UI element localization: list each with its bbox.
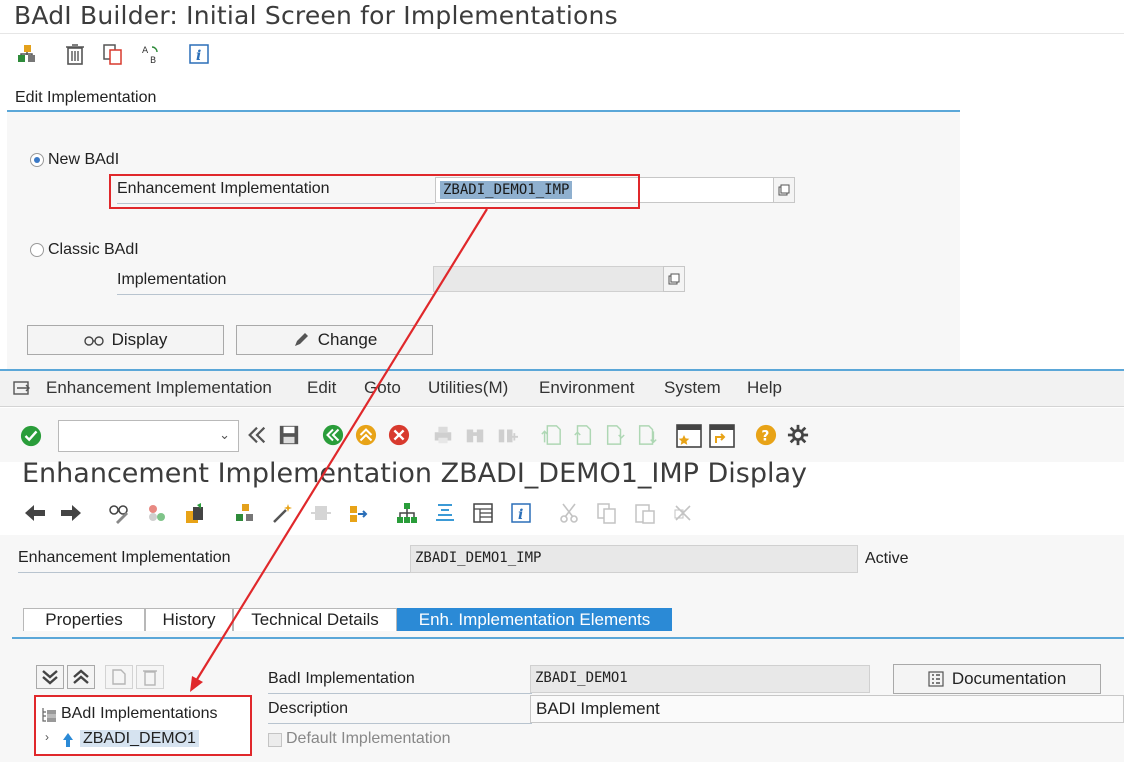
tab-technical-details[interactable]: Technical Details — [233, 608, 397, 631]
display-button[interactable]: Display — [27, 325, 224, 355]
menu-system[interactable]: System — [664, 378, 721, 398]
tree-structure-icon[interactable] — [396, 502, 418, 524]
highlight-box-enh-impl — [109, 174, 640, 209]
hierarchy-icon[interactable] — [234, 502, 256, 524]
implementation-label: Implementation — [117, 271, 435, 295]
tab-enh-implementation-elements[interactable]: Enh. Implementation Elements — [397, 608, 672, 631]
screen-title: Enhancement Implementation ZBADI_DEMO1_I… — [22, 458, 808, 489]
documentation-button-label: Documentation — [951, 669, 1067, 688]
next-page-icon[interactable] — [604, 424, 626, 446]
align-icon[interactable] — [434, 502, 456, 524]
document-icon — [112, 669, 126, 685]
menu-environment[interactable]: Environment — [539, 378, 634, 398]
arrow-left-icon[interactable] — [24, 502, 46, 524]
trash-icon[interactable] — [64, 43, 86, 65]
top-toolbar — [0, 33, 1124, 75]
cancel-icon[interactable] — [388, 424, 410, 446]
collapse-all-button[interactable] — [67, 665, 95, 689]
new-badi-radio[interactable] — [30, 153, 44, 167]
cut-icon[interactable] — [558, 502, 580, 524]
status-text: Active — [865, 550, 909, 567]
new-badi-label: New BAdI — [48, 151, 120, 168]
system-menu-icon[interactable] — [12, 378, 32, 398]
display-change-icon[interactable] — [108, 502, 130, 524]
undo-icon[interactable] — [672, 502, 694, 524]
badi-impl-label: BadI Implementation — [268, 670, 532, 694]
default-impl-label: Default Implementation — [286, 730, 451, 747]
enh-impl-header-field: ZBADI_DEMO1_IMP — [410, 545, 858, 573]
previous-page-icon[interactable] — [572, 424, 594, 446]
new-session-icon[interactable] — [676, 423, 702, 449]
info-icon[interactable]: i — [188, 43, 210, 65]
implementation-input[interactable] — [433, 266, 664, 292]
change-button[interactable]: Change — [236, 325, 433, 355]
activate-icon[interactable] — [146, 502, 168, 524]
arrow-right-icon[interactable] — [60, 502, 82, 524]
expand-all-button[interactable] — [36, 665, 64, 689]
create-button[interactable] — [105, 665, 133, 689]
documentation-button[interactable]: Documentation — [893, 664, 1101, 694]
info-icon[interactable]: i — [510, 502, 532, 524]
enh-impl-header-label: Enhancement Implementation — [18, 549, 412, 573]
hierarchy-icon[interactable] — [16, 43, 38, 65]
highlight-box-tree — [34, 695, 252, 756]
last-page-icon[interactable] — [636, 424, 658, 446]
document-grid-icon — [928, 671, 944, 687]
glasses-icon — [83, 336, 104, 346]
chevrons-up-icon — [73, 669, 89, 684]
back-icon[interactable] — [322, 424, 344, 446]
svg-text:i: i — [196, 48, 201, 64]
tab-history[interactable]: History — [145, 608, 233, 631]
save-icon[interactable] — [278, 424, 300, 446]
find-icon[interactable] — [464, 424, 486, 446]
menu-utilities[interactable]: Utilities(M) — [428, 378, 508, 398]
delete-button[interactable] — [136, 665, 164, 689]
copy-icon[interactable] — [102, 43, 124, 65]
trash-icon — [143, 670, 157, 686]
menu-help[interactable]: Help — [747, 378, 782, 398]
shortcut-icon[interactable] — [709, 423, 735, 449]
rewind-icon[interactable] — [246, 424, 268, 446]
chevrons-down-icon — [42, 670, 58, 685]
display-button-label: Display — [111, 330, 168, 349]
badi-impl-field: ZBADI_DEMO1 — [530, 665, 870, 693]
tab-properties[interactable]: Properties — [23, 608, 145, 631]
other-object-icon[interactable] — [184, 502, 206, 524]
help-icon[interactable]: ? — [755, 424, 777, 446]
pencil-icon — [294, 333, 308, 346]
enter-icon[interactable] — [20, 425, 42, 447]
value-help-icon[interactable] — [663, 266, 685, 292]
rename-icon[interactable]: AB — [140, 43, 162, 65]
panel-title: Edit Implementation — [15, 89, 157, 106]
copy-icon[interactable] — [596, 502, 618, 524]
svg-text:B: B — [150, 56, 156, 65]
window-title: BAdI Builder: Initial Screen for Impleme… — [14, 1, 618, 30]
chevron-down-icon[interactable]: ⌄ — [219, 427, 230, 443]
change-button-label: Change — [317, 330, 378, 349]
find-next-icon[interactable] — [496, 424, 518, 446]
svg-text:A: A — [142, 46, 149, 56]
svg-text:?: ? — [761, 429, 769, 445]
value-help-icon[interactable] — [773, 177, 795, 203]
description-field[interactable]: BADI Implement — [530, 695, 1124, 723]
menu-goto[interactable]: Goto — [364, 378, 401, 398]
first-page-icon[interactable] — [540, 424, 562, 446]
print-icon[interactable] — [432, 424, 454, 446]
paste-icon[interactable] — [634, 502, 656, 524]
table-icon[interactable] — [472, 502, 494, 524]
exit-icon[interactable] — [355, 424, 377, 446]
wizard-icon[interactable] — [272, 502, 294, 524]
default-impl-checkbox[interactable] — [268, 733, 282, 747]
menu-edit[interactable]: Edit — [307, 378, 336, 398]
navigate-icon[interactable] — [348, 502, 370, 524]
description-label: Description — [268, 700, 532, 724]
command-field[interactable]: ⌄ — [58, 420, 239, 452]
classic-badi-label: Classic BAdI — [48, 241, 139, 258]
menu-enhancement-implementation[interactable]: Enhancement Implementation — [46, 378, 272, 398]
svg-text:i: i — [518, 507, 523, 523]
classic-badi-radio[interactable] — [30, 243, 44, 257]
where-used-icon[interactable] — [310, 502, 332, 524]
gear-icon[interactable] — [787, 424, 809, 446]
